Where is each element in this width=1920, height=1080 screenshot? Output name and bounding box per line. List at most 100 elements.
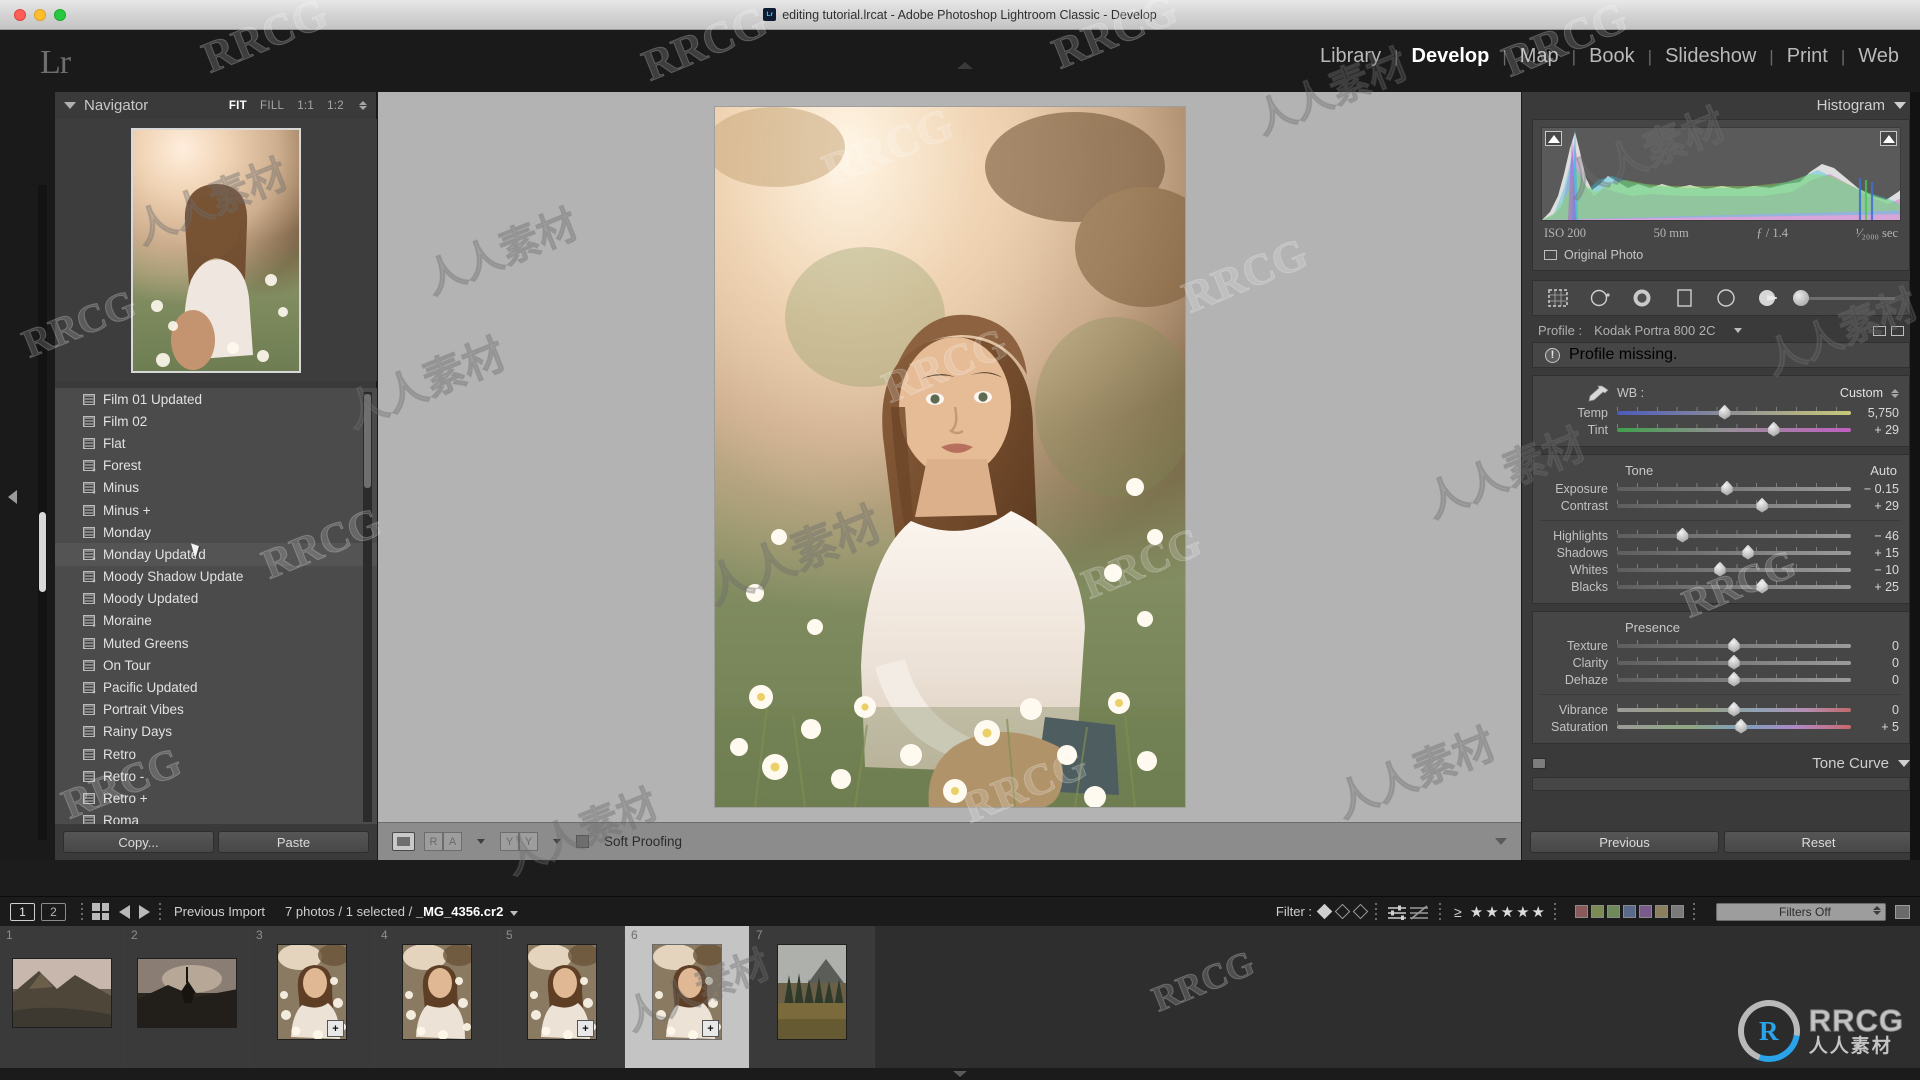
preset-item[interactable]: Monday Updated	[55, 543, 377, 566]
right-outer-edge[interactable]	[1910, 92, 1920, 860]
slider-track[interactable]	[1617, 480, 1851, 496]
chevron-down-icon[interactable]	[510, 911, 519, 916]
flag-picked-icon[interactable]	[1316, 903, 1333, 920]
slider-row[interactable]: Texture 0	[1533, 637, 1909, 654]
loupe-view-icon[interactable]	[392, 832, 415, 851]
window-traffic-lights[interactable]	[14, 9, 66, 21]
grid-view-icon[interactable]	[92, 903, 109, 920]
soft-proofing-checkbox[interactable]	[576, 835, 589, 848]
previous-button[interactable]: Previous	[1530, 831, 1719, 853]
edited-filter-icon[interactable]	[1386, 904, 1408, 920]
toolbar-options-caret-icon[interactable]	[1495, 838, 1507, 845]
develop-tool-strip[interactable]	[1532, 280, 1910, 316]
preset-item[interactable]: Retro -	[55, 765, 377, 787]
before-after-ra-caret-icon[interactable]	[477, 839, 485, 844]
preset-item[interactable]: Pacific Updated	[55, 676, 377, 698]
loupe-view-container[interactable]	[378, 92, 1521, 822]
slider-value[interactable]: + 29	[1851, 423, 1899, 437]
color-label-chip[interactable]	[1655, 905, 1668, 918]
slider-track[interactable]	[1617, 654, 1851, 670]
wb-stepper-icon[interactable]	[1891, 388, 1899, 398]
slider-value[interactable]: + 29	[1851, 499, 1899, 513]
filmstrip-thumbnail-cell[interactable]: 7	[750, 926, 875, 1068]
slider-row[interactable]: Contrast + 29	[1533, 497, 1909, 514]
copy-button[interactable]: Copy...	[63, 831, 214, 853]
color-label-chip[interactable]	[1575, 905, 1588, 918]
close-button[interactable]	[14, 9, 26, 21]
slider-track[interactable]	[1617, 421, 1851, 437]
slider-value[interactable]: + 15	[1851, 546, 1899, 560]
before-after-yy-caret-icon[interactable]	[553, 839, 561, 844]
slider-row[interactable]: Temp 5,750	[1533, 404, 1909, 421]
screen-2-button[interactable]: 2	[41, 902, 66, 921]
flag-unflagged-icon[interactable]	[1334, 903, 1351, 920]
tone-curve-switch[interactable]	[1532, 757, 1546, 769]
spot-removal-icon[interactable]	[1589, 288, 1611, 308]
tone-sliders[interactable]: Exposure − 0.15 Contrast + 29 Highlights − 46…	[1533, 480, 1909, 595]
filter-lock-icon[interactable]	[1895, 904, 1910, 919]
profile-value[interactable]: Kodak Portra 800 2C	[1594, 323, 1715, 338]
brush-size-slider-knob[interactable]	[1793, 289, 1809, 306]
preset-item[interactable]: Moraine	[55, 610, 377, 632]
rating-star-icon[interactable]: ★	[1532, 903, 1545, 921]
auto-tone-button[interactable]: Auto	[1870, 463, 1909, 478]
rating-star-icon[interactable]: ★	[1501, 903, 1514, 921]
module-tab-develop[interactable]: Develop	[1399, 45, 1503, 68]
chevron-down-icon[interactable]	[64, 102, 76, 109]
filmstrip-selection-info[interactable]: 7 photos / 1 selected / _MG_4356.cr2	[285, 904, 519, 919]
thumbnail-image[interactable]	[777, 944, 847, 1040]
slider-row[interactable]: Highlights − 46	[1533, 527, 1909, 544]
filmstrip[interactable]: 1 2 3 +4 5 +6 +7	[0, 926, 1920, 1068]
color-label-chip[interactable]	[1607, 905, 1620, 918]
filmstrip-thumbnail-cell[interactable]: 6 +	[625, 926, 750, 1068]
navigator-zoom-fill[interactable]: FILL	[260, 100, 284, 112]
filter-preset-dropdown[interactable]: Filters Off	[1716, 902, 1886, 921]
profile-browser-icon-2[interactable]	[1891, 325, 1904, 336]
module-tab-slideshow[interactable]: Slideshow	[1652, 45, 1769, 68]
thumbnail-image[interactable]: +	[277, 944, 347, 1040]
profile-dropdown-caret-icon[interactable]	[1734, 328, 1743, 333]
preset-item[interactable]: Film 01 Updated	[55, 388, 377, 410]
module-tab-print[interactable]: Print	[1774, 45, 1841, 68]
slider-track[interactable]	[1617, 637, 1851, 653]
rating-filter-stars[interactable]: ★ ★ ★ ★ ★	[1470, 903, 1545, 921]
preset-item[interactable]: Flat	[55, 432, 377, 454]
preset-item[interactable]: Moody Updated	[55, 588, 377, 610]
color-label-chip[interactable]	[1671, 905, 1684, 918]
flag-rejected-icon[interactable]	[1352, 903, 1369, 920]
go-forward-icon[interactable]	[139, 904, 150, 919]
filmstrip-thumbnail-cell[interactable]: 3 +	[250, 926, 375, 1068]
module-tab-library[interactable]: Library	[1307, 45, 1394, 68]
module-tab-map[interactable]: Map	[1507, 45, 1572, 68]
slider-track[interactable]	[1617, 718, 1851, 734]
color-label-chip[interactable]	[1639, 905, 1652, 918]
slider-value[interactable]: 0	[1851, 639, 1899, 653]
module-picker[interactable]: Library | Develop | Map | Book | Slideshow | Print…	[1307, 45, 1912, 68]
presets-scrollbar-track[interactable]	[363, 392, 372, 822]
slider-row[interactable]: Vibrance 0	[1533, 701, 1909, 718]
filmstrip-collapse-bar[interactable]	[0, 1068, 1920, 1080]
wb-eyedropper-icon[interactable]	[1533, 384, 1617, 402]
wb-sliders[interactable]: Temp 5,750 Tint + 29	[1533, 404, 1909, 438]
thumbnail-image[interactable]: +	[652, 944, 722, 1040]
slider-track[interactable]	[1617, 671, 1851, 687]
wb-value[interactable]: Custom	[1840, 386, 1883, 400]
slider-track[interactable]	[1617, 497, 1851, 513]
slider-row[interactable]: Dehaze 0	[1533, 671, 1909, 688]
navigator-zoom-options[interactable]: FIT FILL 1:1 1:2	[229, 100, 367, 112]
module-tab-book[interactable]: Book	[1576, 45, 1648, 68]
color-label-chip[interactable]	[1623, 905, 1636, 918]
rating-star-icon[interactable]: ★	[1516, 903, 1529, 921]
minimize-button[interactable]	[34, 9, 46, 21]
slider-track[interactable]	[1617, 578, 1851, 594]
thumbnail-image[interactable]: +	[527, 944, 597, 1040]
filmstrip-thumbnail-cell[interactable]: 1	[0, 926, 125, 1068]
slider-row[interactable]: Shadows + 15	[1533, 544, 1909, 561]
preset-item[interactable]: Muted Greens	[55, 632, 377, 654]
left-outer-scrollbar-thumb[interactable]	[39, 512, 46, 592]
before-after-yy-button[interactable]: Y Y	[500, 832, 538, 851]
preset-item[interactable]: On Tour	[55, 654, 377, 676]
before-after-ra-button[interactable]: R A	[424, 832, 462, 851]
left-panel-collapse-arrow[interactable]	[8, 490, 17, 504]
reset-button[interactable]: Reset	[1724, 831, 1913, 853]
